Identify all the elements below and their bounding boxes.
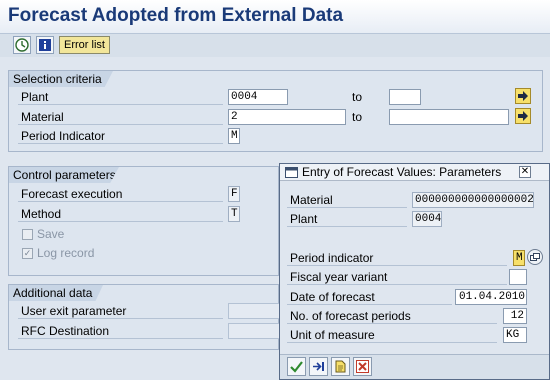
log-record-checkbox[interactable]: ✓ [22, 248, 33, 259]
forecast-execution-input[interactable]: F [228, 186, 240, 202]
dialog-window-icon [285, 167, 298, 181]
rfc-destination-input[interactable] [228, 323, 280, 339]
dialog-forecast-periods-label: No. of forecast periods [287, 308, 497, 324]
cancel-button[interactable] [353, 357, 372, 376]
dialog-plant-label: Plant [287, 211, 407, 227]
save-checkbox[interactable] [22, 229, 33, 240]
dialog-forecast-periods-input[interactable]: 12 [503, 308, 527, 324]
dialog-unit-of-measure-label: Unit of measure [287, 327, 497, 343]
arrow-right-icon [518, 111, 528, 121]
dialog-close-button[interactable]: ✕ [519, 166, 531, 178]
value-help-button[interactable] [527, 249, 543, 265]
document-icon [335, 360, 346, 373]
log-record-label: Log record [37, 246, 95, 260]
method-label: Method [18, 206, 223, 222]
execute-icon [15, 38, 29, 52]
selection-criteria-heading: Selection criteria [9, 71, 113, 87]
dialog-material-label: Material [287, 192, 407, 208]
value-help-icon [530, 252, 540, 261]
plant-multiple-selection-button[interactable] [515, 88, 531, 104]
dialog-plant-input[interactable]: 0004 [412, 211, 442, 227]
save-label: Save [37, 227, 65, 241]
dialog-period-indicator-input[interactable]: M [513, 250, 525, 266]
dialog-material-input[interactable]: 000000000000000002 [412, 192, 534, 208]
info-button[interactable] [36, 36, 54, 54]
user-exit-label: User exit parameter [18, 303, 223, 319]
next-entry-icon [313, 362, 324, 371]
plant-to-input[interactable] [389, 89, 421, 105]
dialog-fiscal-year-variant-label: Fiscal year variant [287, 269, 507, 285]
rfc-destination-label: RFC Destination [18, 323, 223, 339]
checkmark-icon [290, 361, 303, 373]
dialog-fiscal-year-variant-input[interactable] [509, 269, 527, 285]
material-from-input[interactable]: 2 [228, 109, 346, 125]
material-label: Material [18, 109, 223, 125]
cancel-icon [356, 360, 369, 373]
material-to-label: to [352, 110, 363, 124]
control-parameters-heading: Control parameters [9, 167, 119, 183]
execute-button[interactable] [13, 36, 31, 54]
dialog-title: Entry of Forecast Values: Parameters [302, 165, 502, 179]
info-icon [39, 39, 51, 51]
continue-button[interactable] [287, 357, 306, 376]
close-icon: ✕ [520, 166, 530, 177]
method-input[interactable]: T [228, 206, 240, 222]
user-exit-input[interactable] [228, 303, 280, 319]
dialog-unit-of-measure-input[interactable]: KG [503, 327, 527, 343]
material-to-input[interactable] [389, 109, 509, 125]
plant-label: Plant [18, 89, 223, 105]
period-indicator-input[interactable]: M [228, 128, 240, 144]
forecast-execution-label: Forecast execution [18, 186, 223, 202]
plant-to-label: to [352, 90, 363, 104]
dialog-date-of-forecast-input[interactable]: 01.04.2010 [455, 289, 527, 305]
next-entry-button[interactable] [309, 357, 328, 376]
period-indicator-label: Period Indicator [18, 128, 223, 144]
plant-from-input[interactable]: 0004 [228, 89, 288, 105]
dialog-date-of-forecast-label: Date of forecast [287, 289, 452, 305]
page-title: Forecast Adopted from External Data [8, 5, 344, 26]
error-list-button[interactable]: Error list [59, 36, 110, 54]
dialog-period-indicator-label: Period indicator [287, 250, 507, 266]
arrow-right-icon [518, 91, 528, 101]
document-button[interactable] [331, 357, 350, 376]
material-multiple-selection-button[interactable] [515, 108, 531, 124]
additional-data-heading: Additional data [9, 285, 103, 301]
